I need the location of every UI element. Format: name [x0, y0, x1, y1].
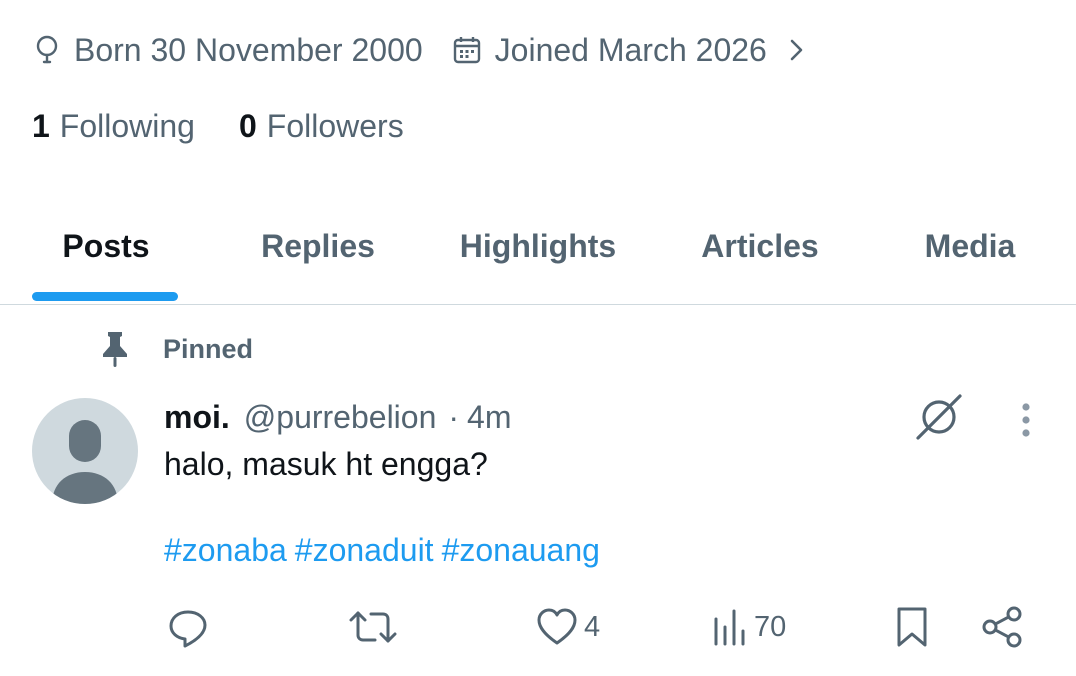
post-time[interactable]: 4m — [467, 399, 511, 436]
pinned-label: Pinned — [163, 333, 254, 364]
more-vertical-icon — [1022, 403, 1030, 437]
hashtag-link[interactable]: #zonaba — [164, 532, 287, 568]
profile-meta-row: Born 30 November 2000 Joined March 2026 — [34, 28, 805, 72]
like-icon — [537, 608, 577, 645]
profile-tabs: Posts Replies Highlights Articles Media — [0, 190, 1076, 305]
joined-text: Joined March 2026 — [494, 31, 767, 68]
joined-item: Joined March 2026 — [453, 32, 767, 69]
tab-replies[interactable]: Replies — [240, 190, 396, 302]
chevron-right-icon — [790, 39, 803, 61]
meta-expand-button[interactable] — [789, 38, 805, 62]
views-count: 70 — [754, 610, 787, 643]
grok-button[interactable] — [914, 392, 964, 442]
followers-label: Followers — [266, 107, 404, 144]
avatar-placeholder-icon — [52, 420, 118, 504]
like-count: 4 — [584, 610, 601, 643]
following-count: 1 — [32, 107, 50, 144]
avatar[interactable] — [32, 398, 138, 504]
followers-link[interactable]: 0 Followers — [239, 108, 404, 145]
views-icon — [714, 609, 745, 646]
tab-articles[interactable]: Articles — [680, 190, 840, 302]
pinned-indicator: Pinned — [100, 328, 253, 370]
followers-count: 0 — [238, 107, 257, 144]
tab-posts[interactable]: Posts — [32, 190, 180, 302]
birthday-item: Born 30 November 2000 — [34, 32, 423, 69]
more-options-button[interactable] — [1008, 398, 1044, 442]
hashtag-link[interactable]: #zonaduit — [295, 532, 434, 568]
user-handle[interactable]: @purrebelion — [244, 399, 437, 436]
calendar-icon — [453, 37, 480, 64]
bookmark-icon — [897, 607, 927, 647]
following-link[interactable]: 1 Following — [32, 108, 195, 145]
tab-media[interactable]: Media — [900, 190, 1040, 302]
pin-icon — [103, 332, 127, 367]
location-icon — [36, 35, 58, 64]
birthday-text: Born 30 November 2000 — [74, 31, 423, 68]
reply-icon — [169, 610, 207, 648]
grok-icon — [916, 394, 962, 440]
repost-icon — [349, 611, 397, 643]
display-name[interactable]: moi. — [164, 399, 230, 436]
share-button[interactable] — [980, 602, 1024, 652]
tab-highlights[interactable]: Highlights — [440, 190, 636, 302]
like-button[interactable]: 4 — [536, 602, 600, 652]
share-icon — [982, 606, 1022, 648]
reply-button[interactable] — [166, 602, 216, 652]
active-tab-indicator — [32, 292, 178, 301]
views-button[interactable]: 70 — [712, 602, 786, 652]
separator-dot: · — [448, 398, 460, 435]
hashtag-link[interactable]: #zonauang — [442, 532, 600, 568]
repost-button[interactable] — [348, 602, 404, 652]
following-label: Following — [59, 107, 195, 144]
follow-stats: 1 Following 0 Followers — [32, 104, 404, 148]
post-text: halo, masuk ht engga? — [164, 446, 488, 482]
bookmark-button[interactable] — [892, 602, 932, 652]
post-hashtags: #zonaba #zonaduit #zonauang — [164, 532, 608, 569]
post-header: moi. @purrebelion · 4m — [164, 396, 511, 438]
